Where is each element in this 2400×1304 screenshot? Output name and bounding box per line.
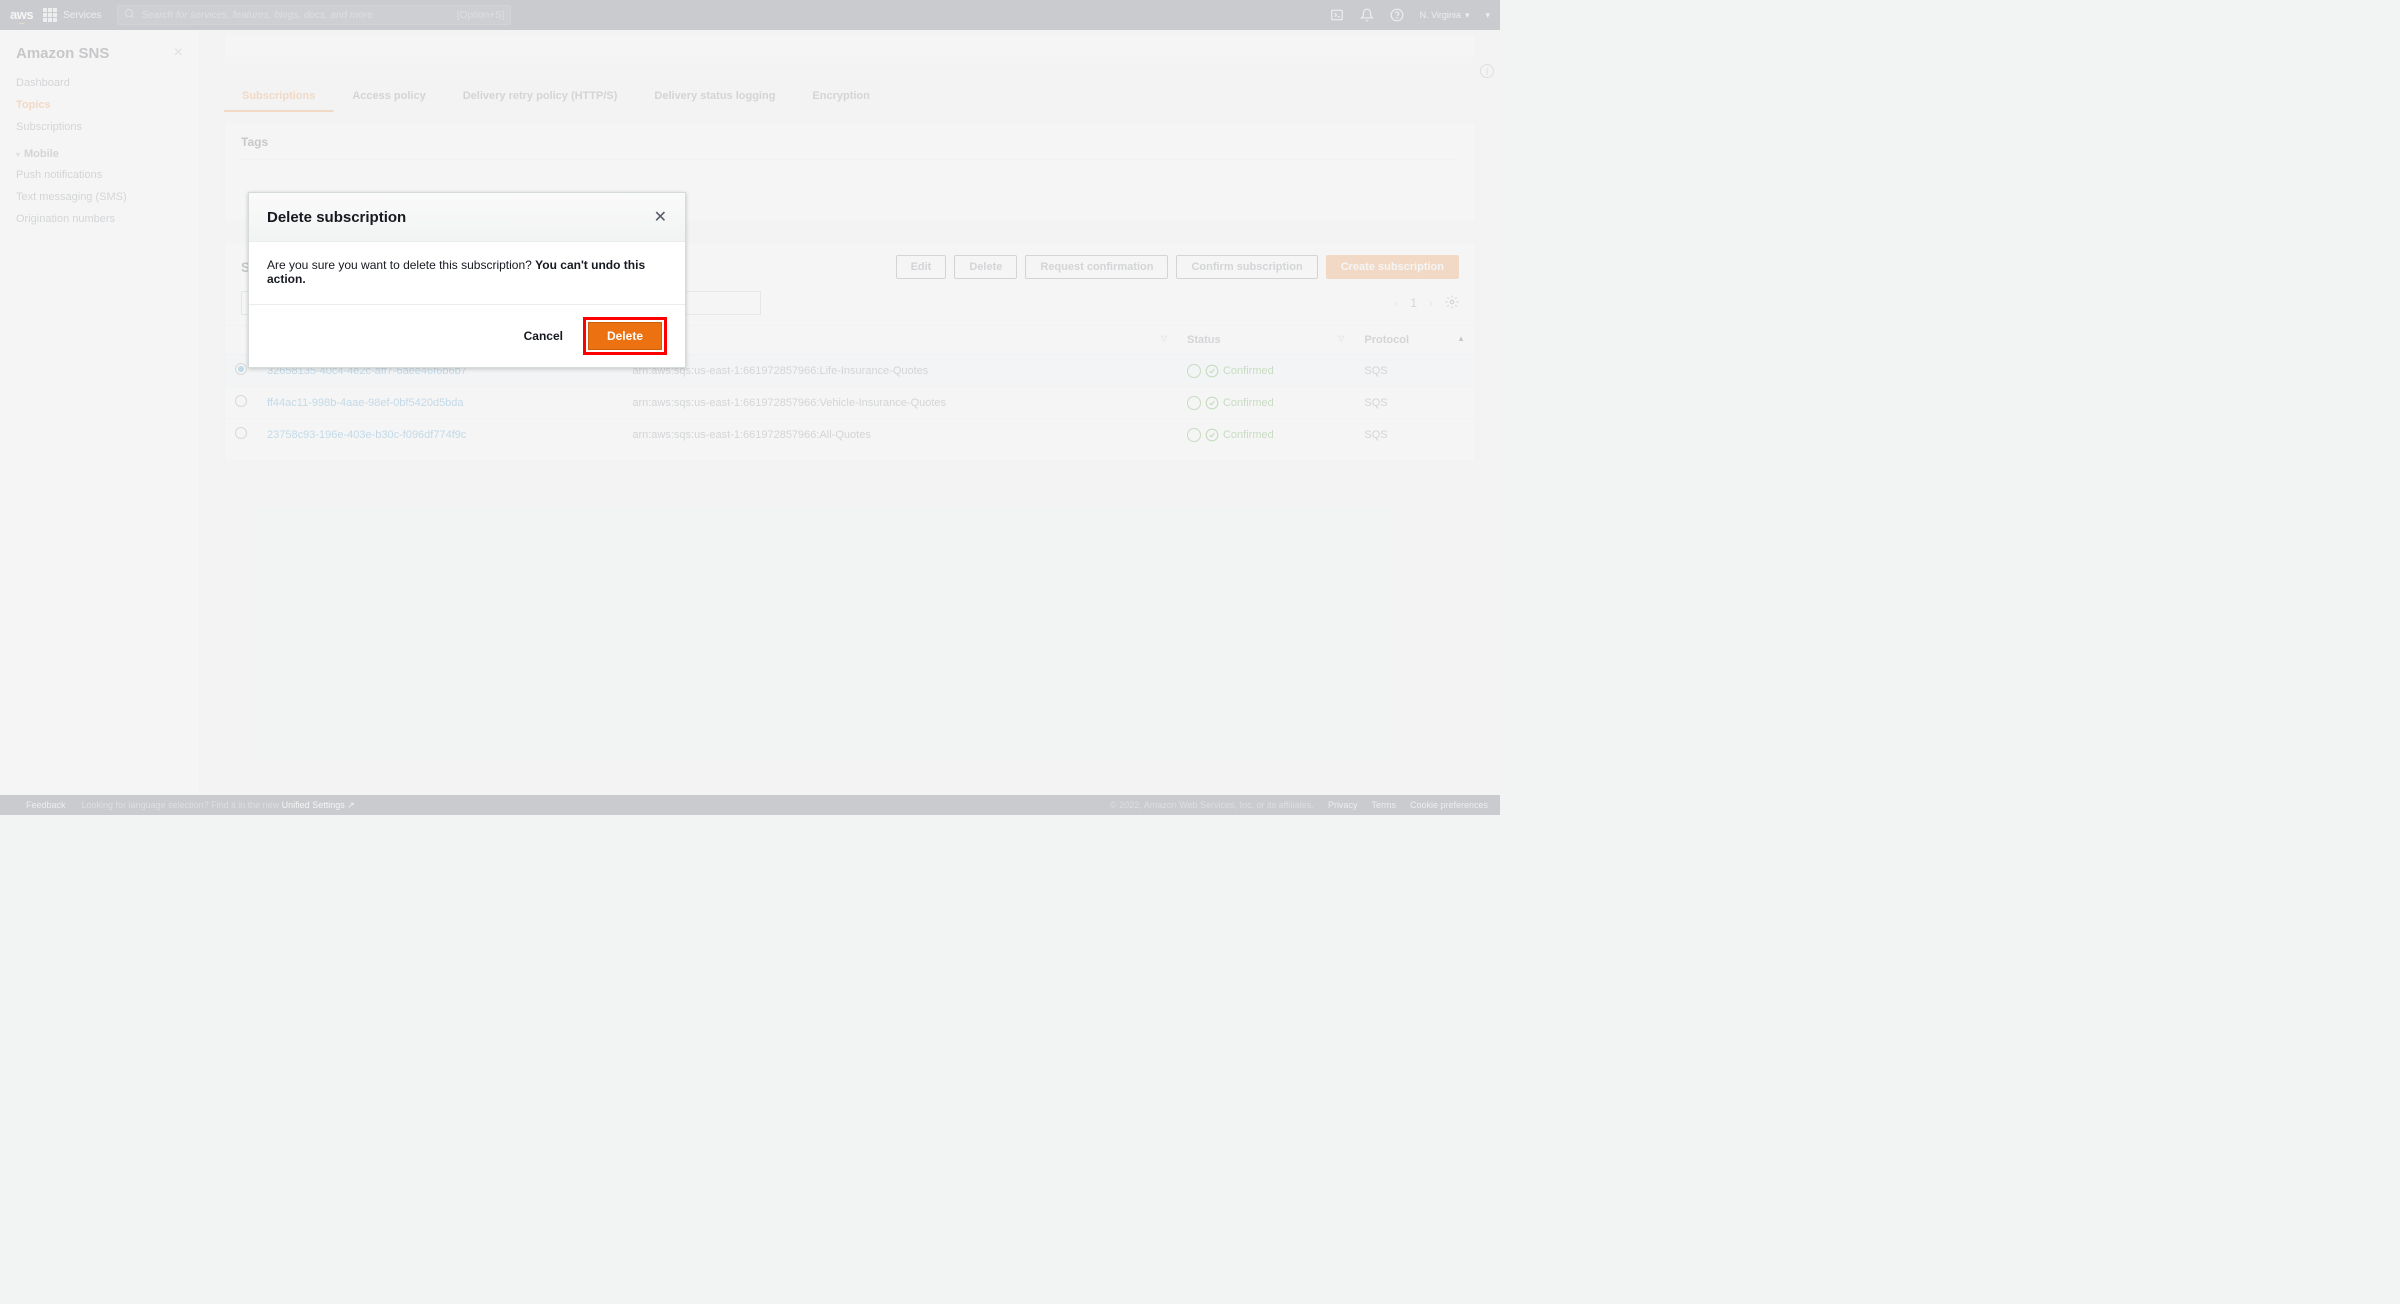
delete-subscription-modal: Delete subscription ✕ Are you sure you w… [248, 192, 686, 368]
modal-delete-button[interactable]: Delete [588, 322, 662, 350]
modal-body: Are you sure you want to delete this sub… [249, 242, 685, 305]
modal-title: Delete subscription [267, 209, 406, 226]
tutorial-highlight: Delete [583, 317, 667, 355]
modal-cancel-button[interactable]: Cancel [516, 323, 571, 349]
modal-close-icon[interactable]: ✕ [654, 207, 667, 227]
modal-overlay[interactable] [0, 0, 1500, 815]
